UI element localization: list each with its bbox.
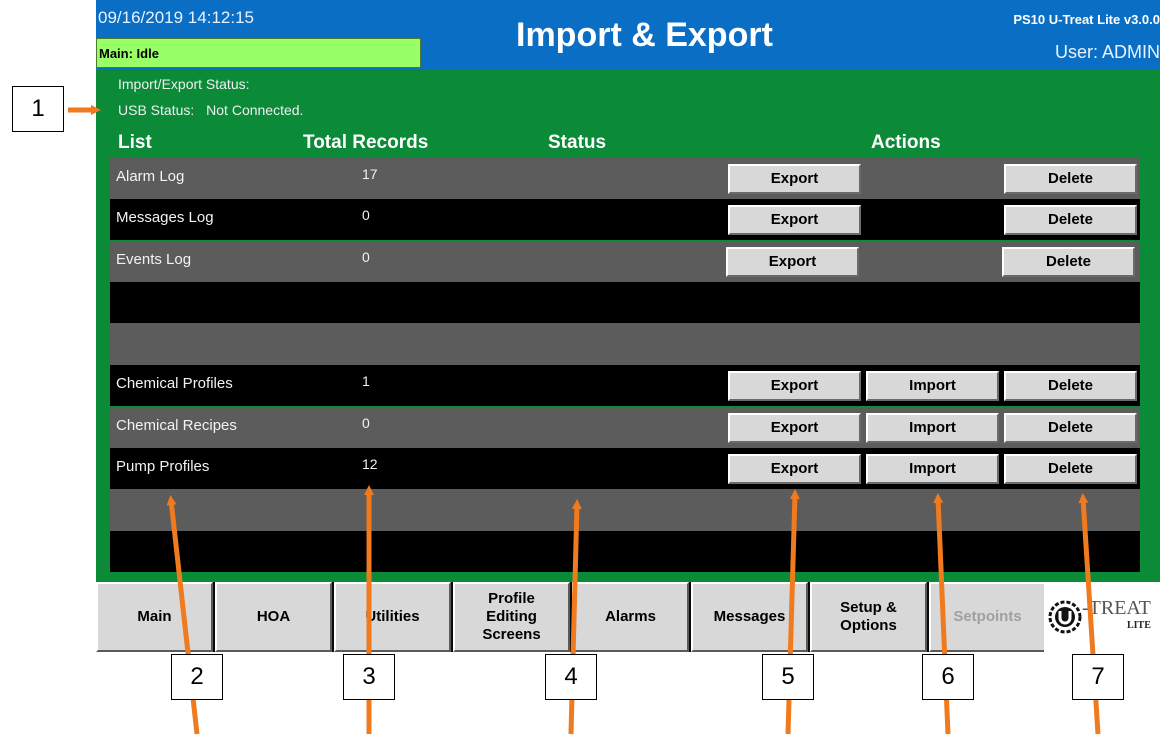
page-title: Import & Export — [516, 16, 773, 54]
nav-alarms-button[interactable]: Alarms — [572, 582, 689, 652]
callout-2: 2 — [171, 654, 223, 700]
usb-status-label: USB Status: — [118, 102, 195, 118]
delete-button[interactable]: Delete — [1004, 413, 1137, 443]
nav-messages-button[interactable]: Messages — [691, 582, 808, 652]
column-header-total-records: Total Records — [303, 132, 429, 153]
delete-button[interactable]: Delete — [1004, 454, 1137, 484]
callout-6: 6 — [922, 654, 974, 700]
export-button[interactable]: Export — [728, 413, 861, 443]
u-logo-icon — [1048, 600, 1082, 634]
delete-button[interactable]: Delete — [1004, 205, 1137, 235]
delete-button[interactable]: Delete — [1004, 371, 1137, 401]
nav-utilities-button[interactable]: Utilities — [334, 582, 451, 652]
export-button[interactable]: Export — [728, 164, 861, 194]
import-export-status-label: Import/Export Status: — [118, 76, 250, 92]
row-count: 0 — [362, 207, 370, 223]
table-row-empty — [110, 531, 1140, 572]
callout-3: 3 — [343, 654, 395, 700]
column-header-status: Status — [548, 132, 607, 153]
datetime-display: 09/16/2019 14:12:15 — [98, 8, 254, 27]
callout-4: 4 — [545, 654, 597, 700]
row-name: Alarm Log — [116, 168, 185, 185]
usb-status-line: USB Status: Not Connected. — [118, 102, 303, 118]
table-row-empty — [110, 282, 1140, 323]
nav-hoa-button[interactable]: HOA — [215, 582, 332, 652]
bottom-navigation: Main HOA Utilities Profile Editing Screens… — [96, 582, 1160, 652]
u-treat-logo: -TREAT LITE — [1044, 582, 1160, 652]
row-name: Pump Profiles — [116, 458, 210, 475]
export-button[interactable]: Export — [728, 205, 861, 235]
row-name: Events Log — [116, 251, 192, 268]
callout-7: 7 — [1072, 654, 1124, 700]
table-row-empty — [110, 324, 1140, 365]
import-button[interactable]: Import — [866, 413, 999, 443]
table-row: Chemical Recipes 0 Export Import Delete — [110, 407, 1140, 448]
row-name: Chemical Recipes — [116, 417, 237, 434]
nav-setpoints-button: Setpoints — [929, 582, 1046, 652]
callout-1: 1 — [12, 86, 64, 132]
table-row: Chemical Profiles 1 Export Import Delete — [110, 365, 1140, 406]
header-bar: 09/16/2019 14:12:15 Main: Idle Import & … — [96, 0, 1160, 70]
export-button[interactable]: Export — [728, 371, 861, 401]
import-button[interactable]: Import — [866, 371, 999, 401]
records-table: Alarm Log 17 Export Delete Messages Log … — [110, 158, 1140, 574]
row-name: Chemical Profiles — [116, 375, 233, 392]
version-label: PS10 U-Treat Lite v3.0.0 — [1013, 12, 1160, 27]
export-button[interactable]: Export — [726, 247, 859, 277]
table-row: Messages Log 0 Export Delete — [110, 199, 1140, 240]
nav-setup-options-button[interactable]: Setup & Options — [810, 582, 927, 652]
usb-status-value: Not Connected. — [206, 102, 304, 118]
table-row-empty — [110, 490, 1140, 531]
column-header-actions: Actions — [871, 132, 941, 153]
delete-button[interactable]: Delete — [1004, 164, 1137, 194]
user-label: User: ADMIN — [1054, 42, 1160, 62]
nav-main-button[interactable]: Main — [96, 582, 213, 652]
import-button[interactable]: Import — [866, 454, 999, 484]
delete-button[interactable]: Delete — [1002, 247, 1135, 277]
row-name: Messages Log — [116, 209, 214, 226]
row-count: 0 — [362, 415, 370, 431]
table-row: Alarm Log 17 Export Delete — [110, 158, 1140, 199]
callout-5: 5 — [762, 654, 814, 700]
logo-text: -TREAT LITE — [1082, 597, 1151, 631]
row-count: 0 — [362, 249, 370, 265]
row-count: 12 — [362, 456, 378, 472]
export-button[interactable]: Export — [728, 454, 861, 484]
table-row: Pump Profiles 12 Export Import Delete — [110, 448, 1140, 489]
table-row: Events Log 0 Export Delete — [110, 241, 1140, 282]
nav-profile-editing-button[interactable]: Profile Editing Screens — [453, 582, 570, 652]
machine-state-indicator: Main: Idle — [96, 38, 421, 68]
row-count: 1 — [362, 373, 370, 389]
content-panel: Import/Export Status: USB Status: Not Co… — [96, 70, 1160, 582]
row-count: 17 — [362, 166, 378, 182]
column-header-list: List — [118, 132, 152, 153]
hmi-screen: 09/16/2019 14:12:15 Main: Idle Import & … — [96, 0, 1160, 652]
